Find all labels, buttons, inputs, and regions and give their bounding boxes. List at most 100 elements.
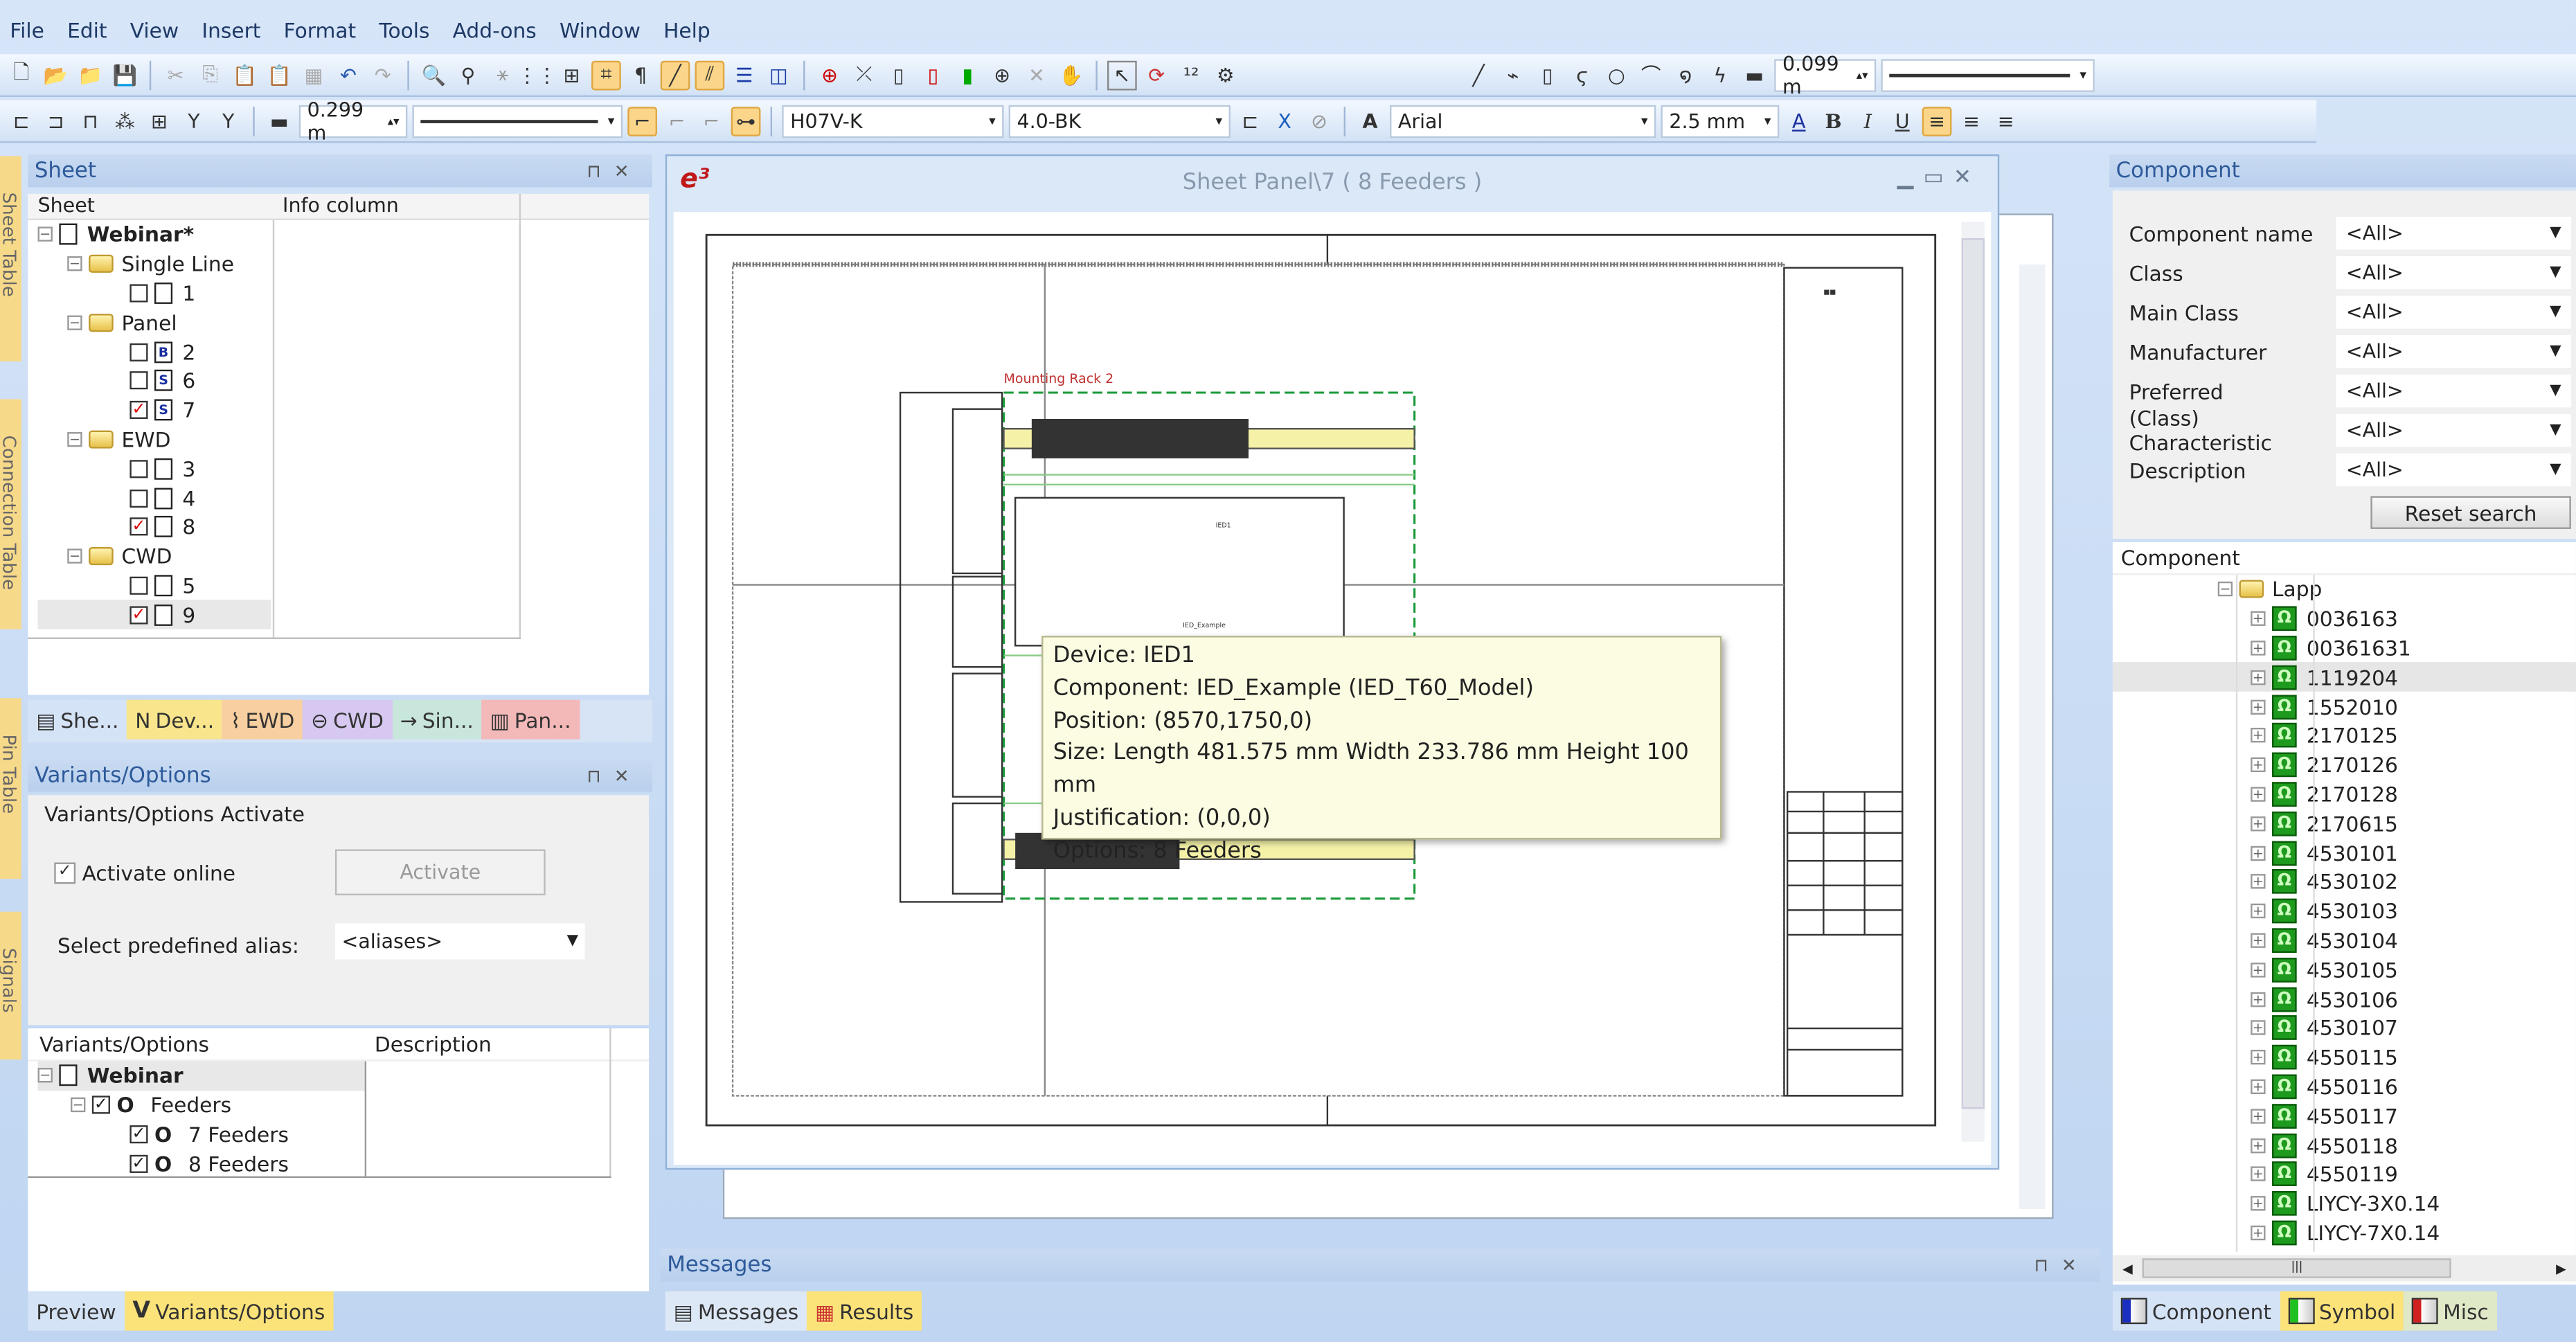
save-icon[interactable]: 💾: [110, 60, 140, 90]
side-tab-pin-table[interactable]: Pin Table: [0, 698, 21, 879]
variant-icon[interactable]: ⚙: [1210, 60, 1240, 90]
sheet-item[interactable]: S6: [38, 366, 650, 395]
activate-button[interactable]: Activate: [334, 849, 546, 895]
sheet-checkbox[interactable]: ✓: [129, 518, 148, 537]
select-icon[interactable]: ↖: [1107, 60, 1137, 90]
expand-icon[interactable]: +: [2251, 1021, 2266, 1036]
component-item[interactable]: + Ω 4550115: [2113, 1043, 2576, 1072]
component-item[interactable]: + Ω LIYCY-7X0.14: [2113, 1218, 2576, 1247]
component-item[interactable]: + Ω 4530106: [2113, 984, 2576, 1013]
component-item[interactable]: + Ω 0036163: [2113, 605, 2576, 634]
sheet-checkbox[interactable]: ✓: [129, 401, 148, 420]
target-icon[interactable]: ⊕: [987, 60, 1017, 90]
expand-icon[interactable]: +: [2251, 991, 2266, 1007]
split-horizontal-icon[interactable]: ☰: [729, 60, 759, 90]
component-tree-header[interactable]: Component: [2112, 542, 2576, 575]
menu-help[interactable]: Help: [663, 17, 710, 42]
redo-icon[interactable]: ↷: [368, 60, 397, 90]
folder-cwd[interactable]: − CWD: [38, 542, 650, 571]
route-icon[interactable]: ⌐: [627, 106, 657, 136]
menu-format[interactable]: Format: [284, 17, 357, 42]
variant-root[interactable]: − Webinar: [37, 1061, 367, 1091]
bolt-icon[interactable]: ϟ: [1706, 60, 1735, 90]
expand-icon[interactable]: +: [2251, 787, 2266, 802]
tab-panel[interactable]: ▥ Pan...: [481, 699, 580, 740]
minimize-icon[interactable]: ▁: [1897, 166, 1924, 191]
tab-messages[interactable]: ▤ Messages: [665, 1291, 807, 1331]
expand-icon[interactable]: +: [2251, 758, 2266, 773]
terminal-green-icon[interactable]: ▮: [953, 60, 983, 90]
project-root[interactable]: − Webinar*: [37, 220, 650, 249]
copy-icon[interactable]: ⎘: [195, 60, 225, 90]
terminal-icon[interactable]: ▯: [884, 60, 913, 90]
new-icon[interactable]: 🗋: [6, 60, 36, 90]
filter-select[interactable]: <All> ▼: [2336, 296, 2571, 329]
line-icon[interactable]: ╱: [1464, 60, 1494, 90]
tab-preview[interactable]: Preview: [28, 1291, 125, 1331]
tab-sheet[interactable]: ▤ She...: [28, 699, 127, 740]
distribute2-icon[interactable]: ⊞: [145, 106, 175, 136]
filter-select[interactable]: <All> ▼: [2336, 256, 2571, 289]
component-item[interactable]: + Ω 4550117: [2113, 1101, 2576, 1130]
side-tab-connection-table[interactable]: Connection Table: [0, 399, 21, 629]
find-next-icon[interactable]: ⚲: [454, 60, 483, 90]
expand-icon[interactable]: +: [2251, 933, 2266, 948]
undo-icon[interactable]: ↶: [334, 60, 364, 90]
numbering-icon[interactable]: ¹²: [1177, 60, 1206, 90]
curve-icon[interactable]: ϛ: [1567, 60, 1597, 90]
horizontal-scrollbar[interactable]: ◀ ||| ▶: [2112, 1255, 2576, 1282]
insert-connection-icon[interactable]: ⤫: [850, 60, 879, 90]
polyline-icon[interactable]: ⌁: [1499, 60, 1528, 90]
underline-button[interactable]: U: [1888, 106, 1917, 136]
find-icon[interactable]: 🔍: [419, 60, 449, 90]
bold-button[interactable]: B: [1818, 106, 1848, 136]
component-item[interactable]: + Ω 4530102: [2113, 868, 2576, 897]
paste-special-icon[interactable]: 📋: [265, 60, 294, 90]
line-connect2-icon[interactable]: ⫽: [695, 60, 725, 90]
component-item[interactable]: + Ω 2170125: [2113, 721, 2576, 750]
text-icon[interactable]: A: [1355, 106, 1385, 136]
column-header-sheet[interactable]: Sheet: [28, 194, 274, 219]
text-align-center-icon[interactable]: ≡: [1957, 106, 1987, 136]
component-item[interactable]: + Ω 00361631: [2113, 634, 2576, 663]
expand-icon[interactable]: +: [2251, 1225, 2266, 1240]
menu-window[interactable]: Window: [560, 17, 641, 42]
tab-ewd[interactable]: ⌇ EWD: [222, 699, 303, 740]
distribute-icon[interactable]: ⁂: [110, 106, 140, 136]
activate-online-checkbox[interactable]: ✓ Activate online: [54, 861, 235, 886]
arc-icon[interactable]: ⌒: [1636, 60, 1666, 90]
y-icon[interactable]: Y: [179, 106, 209, 136]
expand-icon[interactable]: +: [2251, 845, 2266, 861]
expand-icon[interactable]: +: [2251, 728, 2266, 744]
wire-icon[interactable]: ⊏: [1235, 106, 1265, 136]
expand-icon[interactable]: +: [2251, 962, 2266, 977]
side-tab-sheet-table[interactable]: Sheet Table: [0, 156, 21, 361]
cross-icon[interactable]: ✕: [1022, 60, 1052, 90]
italic-button[interactable]: I: [1853, 106, 1883, 136]
grid-icon[interactable]: ⋮⋮: [517, 60, 557, 90]
net-icon[interactable]: ⊶: [731, 106, 761, 136]
split-vertical-icon[interactable]: ◫: [764, 60, 794, 90]
expand-icon[interactable]: +: [2251, 874, 2266, 890]
font-size-select[interactable]: 2.5 mm ▾: [1661, 104, 1780, 138]
line-style-select-2[interactable]: ▾: [1881, 58, 2095, 91]
folder-panel[interactable]: − Panel: [38, 308, 650, 337]
menu-view[interactable]: View: [130, 17, 179, 42]
y2-icon[interactable]: Y: [213, 106, 243, 136]
column-header-info[interactable]: Info column: [274, 194, 521, 219]
expand-icon[interactable]: +: [2251, 1108, 2266, 1124]
expand-icon[interactable]: +: [2251, 816, 2266, 831]
grid-snap-icon[interactable]: ⊞: [557, 60, 587, 90]
align-right-icon[interactable]: ⊐: [41, 106, 71, 136]
menu-tools[interactable]: Tools: [379, 17, 429, 42]
line-connect-icon[interactable]: ╱: [660, 60, 690, 90]
paragraph-icon[interactable]: ¶: [626, 60, 656, 90]
expand-icon[interactable]: +: [2251, 611, 2266, 627]
expand-icon[interactable]: +: [2251, 1167, 2266, 1182]
sheet-checkbox[interactable]: [129, 459, 148, 478]
filter-select[interactable]: <All> ▼: [2336, 374, 2571, 408]
line-style-select[interactable]: ▾: [412, 104, 623, 138]
side-tab-signals[interactable]: Signals: [0, 911, 21, 1060]
variant-option-8-feeders[interactable]: ✓ O 8 Feeders: [38, 1149, 650, 1178]
sheet-item[interactable]: ✓ S 7: [38, 395, 650, 424]
